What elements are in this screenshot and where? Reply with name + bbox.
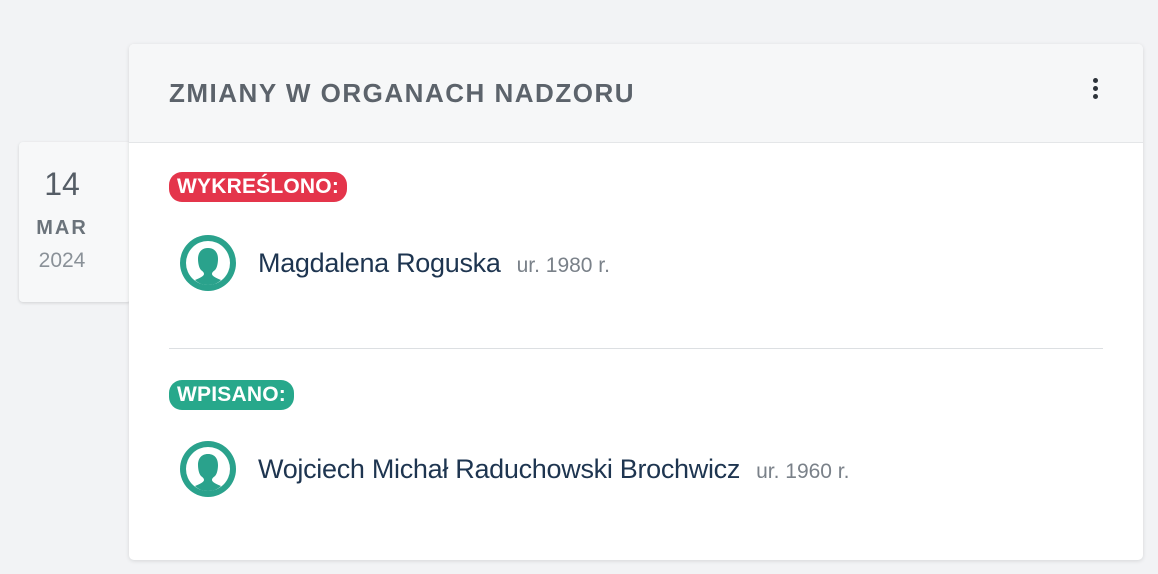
card-title: ZMIANY W ORGANACH NADZORU: [169, 78, 635, 108]
date-day: 14: [44, 166, 80, 202]
date-box: 14 MAR 2024: [19, 142, 131, 302]
date-month: MAR: [36, 217, 88, 239]
person-avatar-icon: [180, 441, 236, 497]
person-name-link[interactable]: Wojciech Michał Raduchowski Brochwicz: [258, 455, 740, 483]
person-avatar-icon: [180, 235, 236, 291]
section-divider: [169, 348, 1103, 349]
removed-badge: WYKREŚLONO:: [169, 172, 348, 202]
person-name-link[interactable]: Magdalena Roguska: [258, 249, 501, 277]
person-birth-year: ur. 1980 r.: [516, 253, 610, 277]
added-badge: WPISANO:: [169, 380, 294, 410]
person-birth-year: ur. 1960 r.: [756, 459, 850, 483]
more-vertical-icon[interactable]: [1087, 76, 1103, 106]
date-year: 2024: [38, 249, 86, 272]
supervisory-changes-card: ZMIANY W ORGANACH NADZORU WYKREŚLONO: Ma…: [129, 44, 1143, 560]
person-row: Magdalena Roguska ur. 1980 r.: [180, 235, 610, 291]
person-row: Wojciech Michał Raduchowski Brochwicz ur…: [180, 441, 849, 497]
card-header: ZMIANY W ORGANACH NADZORU: [129, 44, 1143, 143]
